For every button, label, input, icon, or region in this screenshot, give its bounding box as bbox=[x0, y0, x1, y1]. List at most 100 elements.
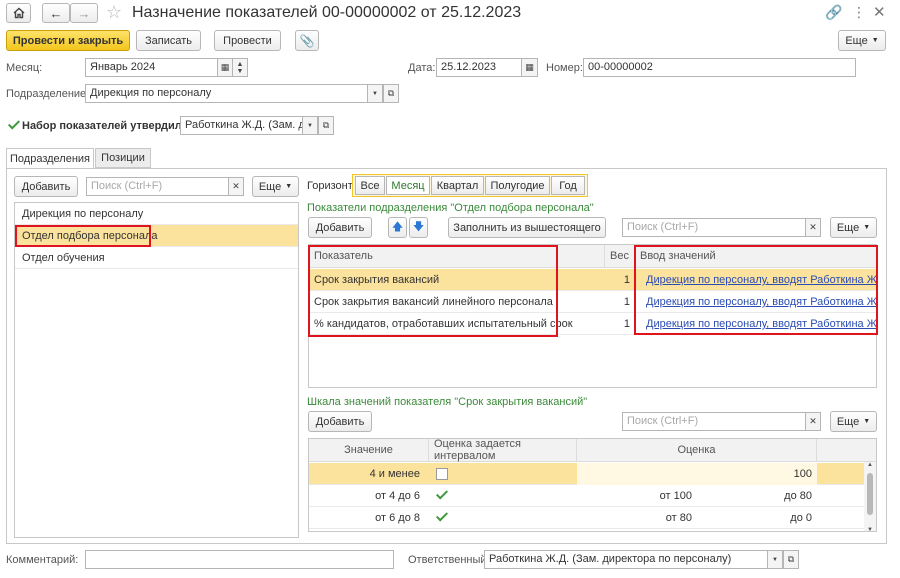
horizon-option-halfyear[interactable]: Полугодие bbox=[485, 176, 550, 195]
department-open-button[interactable]: ⧉ bbox=[383, 84, 399, 103]
tab-positions[interactable]: Позиции bbox=[95, 148, 151, 168]
entry-link[interactable]: Дирекция по персоналу, вводят Работкина … bbox=[641, 291, 876, 313]
check-icon bbox=[8, 120, 20, 132]
date-label: Дата: bbox=[408, 62, 436, 74]
number-label: Номер: bbox=[546, 62, 583, 74]
col-score[interactable]: Оценка bbox=[577, 439, 817, 461]
stepper-down-icon: ▼ bbox=[236, 67, 244, 75]
indicators-search-input[interactable]: Поиск (Ctrl+F) bbox=[622, 218, 806, 237]
approved-by-field[interactable]: Работкина Ж.Д. (Зам. дир bbox=[180, 116, 303, 135]
interval-checkbox[interactable] bbox=[436, 512, 448, 524]
fill-from-parent-button[interactable]: Заполнить из вышестоящего bbox=[448, 217, 606, 238]
interval-checkbox[interactable] bbox=[436, 490, 448, 502]
horizon-option-all[interactable]: Все bbox=[355, 176, 385, 195]
clear-icon: ✕ bbox=[809, 416, 817, 426]
table-row[interactable]: от 4 до 6 от 100 до 80 bbox=[309, 485, 864, 507]
number-field[interactable]: 00-00000002 bbox=[583, 58, 856, 77]
indicators-add-button[interactable]: Добавить bbox=[308, 217, 372, 238]
forward-button[interactable]: → bbox=[70, 3, 98, 23]
left-search-clear-button[interactable]: ✕ bbox=[228, 177, 244, 196]
month-field[interactable]: Январь 2024 bbox=[85, 58, 218, 77]
caret-down-icon: ▼ bbox=[307, 122, 313, 129]
move-up-button[interactable]: 🡅 bbox=[388, 217, 407, 238]
open-icon: ⧉ bbox=[787, 554, 795, 564]
favorite-star-icon[interactable]: ☆ bbox=[106, 2, 122, 23]
move-down-button[interactable]: 🡇 bbox=[409, 217, 428, 238]
comment-field[interactable] bbox=[85, 550, 394, 569]
scale-search-input[interactable]: Поиск (Ctrl+F) bbox=[622, 412, 806, 431]
col-weight[interactable]: Вес bbox=[605, 245, 635, 267]
table-row[interactable]: Срок закрытия вакансий линейного персона… bbox=[309, 291, 876, 313]
home-button[interactable] bbox=[6, 3, 31, 23]
arrow-left-icon: ← bbox=[49, 5, 63, 21]
post-and-close-button[interactable]: Провести и закрыть bbox=[6, 30, 130, 51]
caret-down-icon: ▼ bbox=[372, 90, 378, 97]
tab-departments[interactable]: Подразделения bbox=[6, 148, 94, 169]
horizon-selector: Все Месяц Квартал Полугодие Год bbox=[352, 174, 588, 197]
horizon-option-month[interactable]: Месяц bbox=[386, 176, 430, 195]
scale-scrollbar[interactable]: ▲ ▼ bbox=[864, 462, 876, 531]
kebab-menu-icon[interactable]: ⋮ bbox=[852, 4, 866, 21]
scale-search-clear-button[interactable]: ✕ bbox=[805, 412, 821, 431]
table-row[interactable]: 4 и менее 100 bbox=[309, 463, 864, 485]
scale-table: Значение Оценка задается интервалом Оцен… bbox=[308, 438, 877, 532]
col-value[interactable]: Значение bbox=[309, 439, 429, 461]
responsible-dropdown-button[interactable]: ▼ bbox=[767, 550, 783, 569]
date-field[interactable]: 25.12.2023 bbox=[436, 58, 522, 77]
date-calendar-button[interactable]: ▦ bbox=[521, 58, 538, 77]
more-button[interactable]: Еще ▼ bbox=[838, 30, 886, 51]
back-button[interactable]: ← bbox=[42, 3, 70, 23]
list-item[interactable]: Отдел обучения bbox=[15, 247, 298, 269]
caret-down-icon: ▼ bbox=[871, 37, 879, 44]
scale-section-title: Шкала значений показателя "Срок закрытия… bbox=[307, 396, 588, 408]
list-item[interactable]: Отдел подбора персонала bbox=[15, 225, 298, 247]
left-add-button[interactable]: Добавить bbox=[14, 176, 78, 197]
indicators-table: Показатель Вес Ввод значений Срок закрыт… bbox=[308, 244, 877, 388]
responsible-field[interactable]: Работкина Ж.Д. (Зам. директора по персон… bbox=[484, 550, 768, 569]
entry-link[interactable]: Дирекция по персоналу, вводят Работкина … bbox=[641, 313, 876, 335]
department-dropdown-button[interactable]: ▼ bbox=[367, 84, 383, 103]
caret-down-icon: ▼ bbox=[285, 183, 293, 190]
indicators-more-button[interactable]: Еще ▼ bbox=[830, 217, 877, 238]
scroll-down-icon[interactable]: ▼ bbox=[867, 527, 873, 531]
calendar-icon: ▦ bbox=[220, 62, 230, 72]
scrollbar-thumb[interactable] bbox=[867, 473, 873, 515]
responsible-open-button[interactable]: ⧉ bbox=[783, 550, 799, 569]
left-more-button[interactable]: Еще ▼ bbox=[252, 176, 299, 197]
col-indicator[interactable]: Показатель bbox=[309, 245, 605, 267]
month-label: Месяц: bbox=[6, 62, 43, 74]
col-interval[interactable]: Оценка задается интервалом bbox=[429, 439, 577, 462]
clear-icon: ✕ bbox=[809, 222, 817, 232]
horizon-option-year[interactable]: Год bbox=[551, 176, 585, 195]
left-search-input[interactable]: Поиск (Ctrl+F) bbox=[86, 177, 229, 196]
table-row[interactable]: % кандидатов, отработавших испытательный… bbox=[309, 313, 876, 335]
table-row[interactable]: от 6 до 8 от 80 до 0 bbox=[309, 507, 864, 529]
scale-more-button[interactable]: Еще ▼ bbox=[830, 411, 877, 432]
horizon-option-quarter[interactable]: Квартал bbox=[431, 176, 484, 195]
approved-open-button[interactable]: ⧉ bbox=[318, 116, 334, 135]
link-icon[interactable]: 🔗 bbox=[825, 4, 842, 21]
calendar-button[interactable]: ▦ bbox=[217, 58, 233, 77]
save-button[interactable]: Записать bbox=[136, 30, 201, 51]
caret-down-icon: ▼ bbox=[863, 418, 871, 425]
paperclip-icon: 📎 bbox=[299, 33, 315, 48]
scroll-up-icon[interactable]: ▲ bbox=[867, 462, 873, 468]
arrow-up-icon: 🡅 bbox=[391, 221, 404, 233]
indicators-search-clear-button[interactable]: ✕ bbox=[805, 218, 821, 237]
open-icon: ⧉ bbox=[387, 88, 395, 98]
month-stepper[interactable]: ▲ ▼ bbox=[232, 58, 248, 77]
list-item[interactable]: Дирекция по персоналу bbox=[15, 203, 298, 225]
caret-down-icon: ▼ bbox=[863, 224, 871, 231]
close-icon[interactable]: ✕ bbox=[873, 3, 886, 21]
col-entry[interactable]: Ввод значений bbox=[635, 245, 876, 267]
table-row[interactable]: Срок закрытия вакансий 1 Дирекция по пер… bbox=[309, 269, 876, 291]
attach-button[interactable]: 📎 bbox=[295, 30, 319, 51]
entry-link[interactable]: Дирекция по персоналу, вводят Работкина … bbox=[641, 269, 876, 291]
approved-dropdown-button[interactable]: ▼ bbox=[302, 116, 318, 135]
scale-add-button[interactable]: Добавить bbox=[308, 411, 372, 432]
interval-checkbox[interactable] bbox=[436, 468, 448, 480]
department-field[interactable]: Дирекция по персоналу bbox=[85, 84, 368, 103]
post-button[interactable]: Провести bbox=[214, 30, 281, 51]
approved-checkbox[interactable] bbox=[8, 120, 20, 135]
indicators-table-header: Показатель Вес Ввод значений bbox=[309, 245, 876, 268]
